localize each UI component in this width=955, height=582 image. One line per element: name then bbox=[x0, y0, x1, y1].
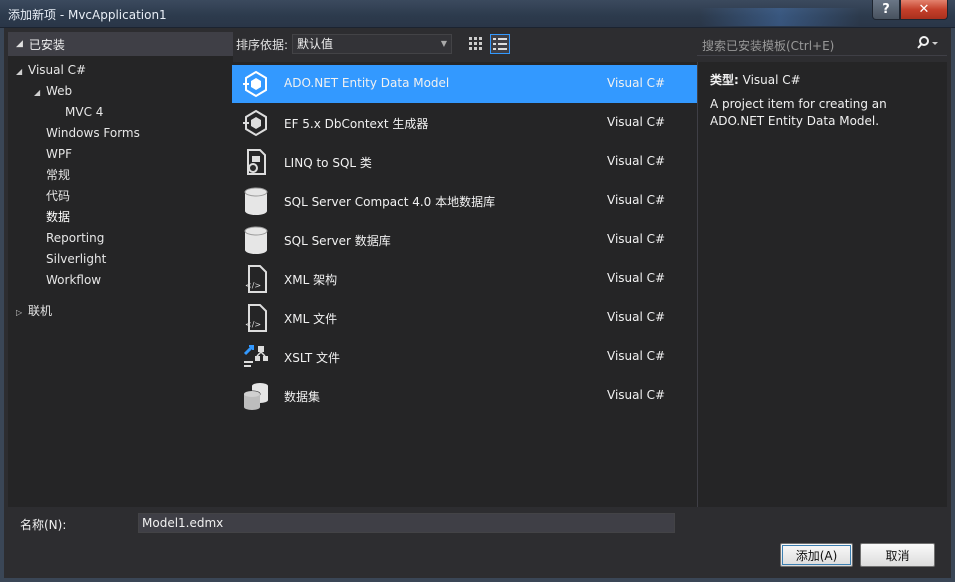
expanded-arrow-icon[interactable]: ◢ bbox=[16, 62, 28, 82]
template-name: SQL Server Compact 4.0 本地数据库 bbox=[284, 195, 496, 209]
type-line: 类型: Visual C# bbox=[710, 71, 801, 88]
template-list-item[interactable]: </> XML 架构 Visual C# bbox=[232, 260, 697, 298]
dbcontext-generator-icon bbox=[238, 108, 274, 138]
tree-item[interactable]: 数据 bbox=[34, 207, 70, 227]
title-bar: 添加新项 - MvcApplication1 ? ✕ bbox=[0, 0, 955, 28]
tree-item-label: Web bbox=[46, 84, 73, 98]
svg-text:</>: </> bbox=[245, 320, 261, 329]
template-language: Visual C# bbox=[607, 388, 666, 402]
tree-item[interactable]: Windows Forms bbox=[34, 123, 140, 143]
cancel-button[interactable]: 取消 bbox=[860, 543, 935, 567]
tree-item-label: Reporting bbox=[46, 231, 105, 245]
sort-dropdown[interactable]: 默认值 ▼ bbox=[292, 34, 453, 54]
tree-item-label: Silverlight bbox=[46, 252, 107, 266]
name-field[interactable] bbox=[138, 513, 675, 533]
chevron-down-icon: ▼ bbox=[440, 39, 448, 48]
tree-item-label: 联机 bbox=[28, 304, 53, 318]
template-name: XML 文件 bbox=[284, 312, 338, 326]
dialog-body: ◢ 已安装 ◢ Visual C# ◢ Web MVC 4 Windows Forms WP… bbox=[0, 28, 955, 582]
tree-item[interactable]: 代码 bbox=[34, 186, 70, 206]
type-value: Visual C# bbox=[742, 73, 801, 87]
tree-item[interactable]: ◢ Web bbox=[34, 81, 72, 101]
template-name: LINQ to SQL 类 bbox=[284, 156, 372, 170]
xslt-file-icon bbox=[238, 342, 274, 372]
sort-label: 排序依据: bbox=[236, 37, 289, 52]
tree-item-label: MVC 4 bbox=[65, 105, 104, 119]
xml-file-icon: </> bbox=[238, 303, 274, 333]
template-list-item[interactable]: ADO.NET Entity Data Model Visual C# bbox=[232, 65, 697, 103]
template-list-item[interactable]: EF 5.x DbContext 生成器 Visual C# bbox=[232, 104, 697, 142]
template-list-item[interactable]: XSLT 文件 Visual C# bbox=[232, 338, 697, 376]
template-name: EF 5.x DbContext 生成器 bbox=[284, 117, 429, 131]
title-glow bbox=[700, 8, 860, 26]
template-list: ADO.NET Entity Data Model Visual C# EF 5.x… bbox=[232, 62, 697, 507]
add-button[interactable]: 添加(A) bbox=[780, 543, 853, 567]
tree-item[interactable]: ◢ Visual C# bbox=[16, 60, 86, 80]
tree-item[interactable]: 常规 bbox=[34, 165, 70, 185]
tree-item[interactable]: Silverlight bbox=[34, 249, 106, 269]
tree-item-label: WPF bbox=[46, 147, 73, 161]
list-view-icon bbox=[493, 38, 508, 50]
installed-header-label: 已安装 bbox=[28, 37, 65, 52]
details-panel: 类型: Visual C# A project item for creatin… bbox=[697, 62, 947, 507]
template-list-item[interactable]: LINQ to SQL 类 Visual C# bbox=[232, 143, 697, 181]
template-language: Visual C# bbox=[607, 349, 666, 363]
search-placeholder: 搜索已安装模板(Ctrl+E) bbox=[702, 39, 835, 53]
tree-item[interactable]: MVC 4 bbox=[53, 102, 103, 122]
database-icon bbox=[238, 225, 274, 255]
template-list-item[interactable]: SQL Server 数据库 Visual C# bbox=[232, 221, 697, 259]
sort-dropdown-value: 默认值 bbox=[297, 37, 334, 51]
tree-item[interactable]: WPF bbox=[34, 144, 72, 164]
tree-item-label: 数据 bbox=[46, 210, 71, 224]
sort-bar: 排序依据: 默认值 ▼ bbox=[232, 32, 697, 56]
expanded-arrow-icon[interactable]: ◢ bbox=[34, 83, 46, 103]
type-label: 类型: bbox=[710, 73, 739, 87]
template-name: XML 架构 bbox=[284, 273, 338, 287]
tree-item-label: Visual C# bbox=[28, 63, 87, 77]
linq-to-sql-icon bbox=[238, 147, 274, 177]
template-name: XSLT 文件 bbox=[284, 351, 341, 365]
template-tree-panel: ◢ 已安装 ◢ Visual C# ◢ Web MVC 4 Windows Forms WP… bbox=[8, 32, 233, 507]
name-label: 名称(N): bbox=[20, 518, 67, 532]
template-language: Visual C# bbox=[607, 76, 666, 90]
template-description: A project item for creating an ADO.NET E… bbox=[710, 97, 887, 128]
tree-item-label: 常规 bbox=[46, 168, 71, 182]
template-language: Visual C# bbox=[607, 271, 666, 285]
template-list-item[interactable]: SQL Server Compact 4.0 本地数据库 Visual C# bbox=[232, 182, 697, 220]
tree-item[interactable]: Workflow bbox=[34, 270, 101, 290]
help-button[interactable]: ? bbox=[872, 0, 900, 20]
dataset-icon bbox=[238, 381, 274, 411]
svg-text:</>: </> bbox=[245, 281, 261, 290]
template-list-item[interactable]: </> XML 文件 Visual C# bbox=[232, 299, 697, 337]
grid-view-icon bbox=[469, 37, 483, 50]
template-name: SQL Server 数据库 bbox=[284, 234, 391, 248]
database-icon bbox=[238, 186, 274, 216]
xml-schema-icon: </> bbox=[238, 264, 274, 294]
template-name: 数据集 bbox=[284, 390, 321, 404]
tree-item-label: Workflow bbox=[46, 273, 102, 287]
window-title: 添加新项 - MvcApplication1 bbox=[8, 8, 167, 22]
search-box[interactable]: 搜索已安装模板(Ctrl+E) bbox=[697, 32, 947, 56]
tree-item[interactable]: Reporting bbox=[34, 228, 104, 248]
template-language: Visual C# bbox=[607, 232, 666, 246]
tree-item[interactable]: ▷ 联机 bbox=[16, 301, 52, 321]
template-language: Visual C# bbox=[607, 310, 666, 324]
template-list-item[interactable]: 数据集 Visual C# bbox=[232, 377, 697, 415]
collapsed-arrow-icon[interactable]: ▷ bbox=[16, 303, 28, 323]
search-icon[interactable] bbox=[917, 35, 939, 54]
close-button[interactable]: ✕ bbox=[900, 0, 948, 20]
list-view-button[interactable] bbox=[490, 34, 511, 54]
template-language: Visual C# bbox=[607, 115, 666, 129]
template-language: Visual C# bbox=[607, 154, 666, 168]
collapse-triangle-icon: ◢ bbox=[16, 39, 23, 49]
tree-item-label: Windows Forms bbox=[46, 126, 140, 140]
entity-model-icon bbox=[238, 69, 274, 99]
installed-header[interactable]: ◢ 已安装 bbox=[8, 32, 233, 56]
template-language: Visual C# bbox=[607, 193, 666, 207]
small-icons-view-button[interactable] bbox=[466, 34, 486, 54]
template-name: ADO.NET Entity Data Model bbox=[284, 76, 450, 90]
tree-item-label: 代码 bbox=[46, 189, 71, 203]
